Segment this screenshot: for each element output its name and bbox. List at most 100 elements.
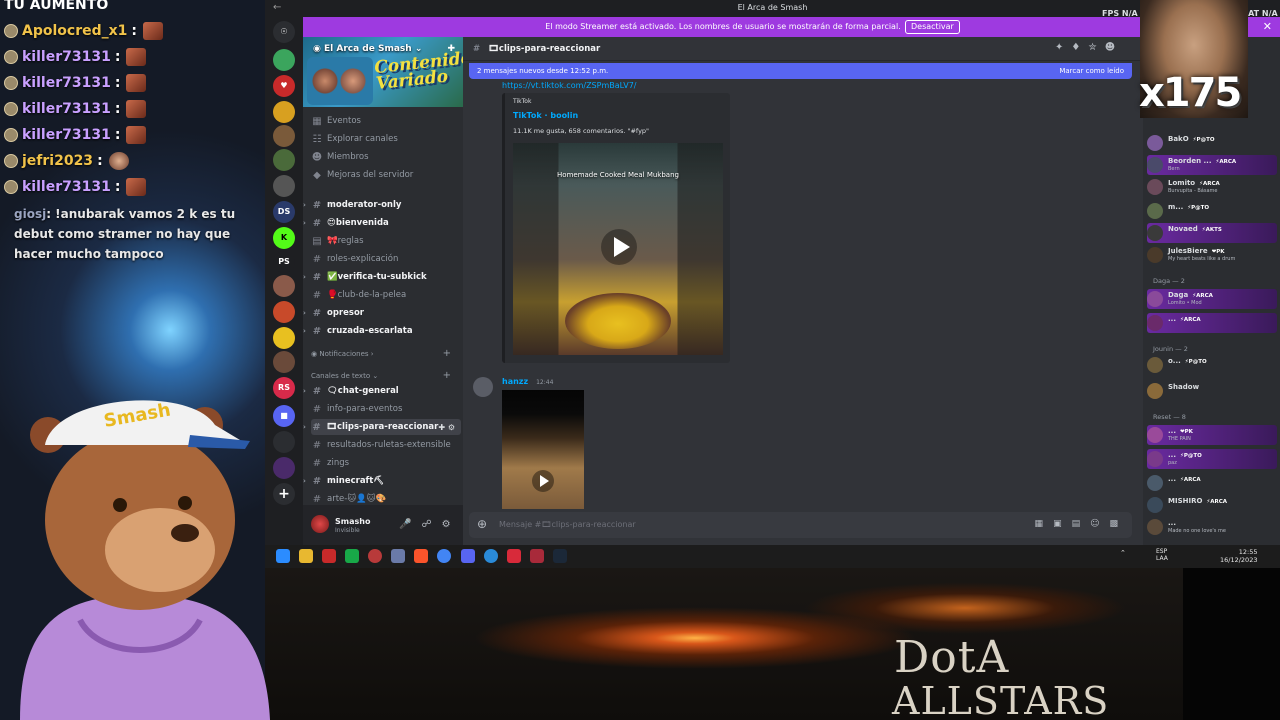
avatar[interactable] [473,377,493,397]
app-icon-11[interactable] [530,549,544,563]
discord-home-icon[interactable]: ☉ [273,21,295,43]
member-item[interactable]: JulesBiere ❤PK My heart beats like a drum [1147,245,1277,265]
clock[interactable]: 12:55 16/12/2023 [1220,548,1257,564]
channel-item[interactable]: # arte-🐱👤🐱🎨 [311,491,461,505]
author-name[interactable]: hanzz [502,377,528,386]
chevron-right-icon[interactable]: › [303,327,306,335]
app-icon-k[interactable] [322,549,336,563]
play-icon[interactable] [532,470,554,492]
server-icon-6[interactable] [273,175,295,197]
channel-item[interactable]: › # minecraft⛏ [303,473,461,489]
add-server-icon[interactable]: + [273,483,295,505]
kick-server-icon[interactable]: K [273,227,295,249]
discord-taskbar-icon[interactable] [461,549,475,563]
app-icon-9[interactable] [484,549,498,563]
channel-item[interactable]: › # ✅verifica-tu-subkick [303,269,461,285]
server-icon-16[interactable] [273,431,295,453]
gif-icon[interactable]: ▣ [1053,519,1072,529]
user-name[interactable]: Smasho [335,517,370,526]
server-icon-13[interactable] [273,351,295,373]
emoji-icon[interactable]: ☺ [1090,519,1109,529]
member-item[interactable]: ... Made no one love's me [1147,517,1277,537]
server-icon-3[interactable] [273,101,295,123]
server-icon-12[interactable] [273,327,295,349]
nav-browse-channels[interactable]: ☷ Explorar canales [311,131,461,147]
play-icon[interactable] [601,229,637,265]
new-messages-bar[interactable]: 2 mensajes nuevos desde 12:52 p.m. Marca… [469,63,1132,79]
channel-item[interactable]: # zings [311,455,461,471]
category-text-channels[interactable]: Canales de texto ⌄ + [311,370,461,381]
member-item[interactable]: Shadow [1147,381,1277,401]
language-indicator[interactable]: ESP LAA [1156,548,1168,562]
channel-item[interactable]: ▤ 🎀reglas [311,233,461,249]
channel-item[interactable]: › # cruzada-escarlata [303,323,461,339]
member-item[interactable]: ... ⚡ARCA [1147,313,1277,333]
nav-server-boost[interactable]: ◆ Mejoras del servidor [311,167,461,183]
member-list-icon[interactable]: ☻ [1105,42,1123,53]
file-explorer-icon[interactable] [299,549,313,563]
add-text-channel-icon[interactable]: + [443,370,451,381]
chevron-right-icon[interactable]: › [303,219,306,227]
member-item[interactable]: BakO ⚡P@TO [1147,133,1277,153]
server-header[interactable]: ◉ El Arca de Smash ⌄ ✚ Contenido Variado [303,37,463,107]
server-icon-5[interactable] [273,149,295,171]
channel-item[interactable]: › # 🗨chat-general [303,383,461,399]
tiktok-link[interactable]: https://vt.tiktok.com/ZSPmBaLV7/ [502,81,636,90]
gift-icon[interactable]: ▦ [1035,519,1054,529]
rs-server-icon[interactable]: RS [273,377,295,399]
channel-item[interactable]: › # 🎞clips-para-reaccionar ✚ ⚙ [303,419,461,435]
attached-video[interactable] [502,390,584,509]
server-icon-11[interactable] [273,301,295,323]
member-item[interactable]: ... ❤PK THE PAIN [1147,425,1277,445]
apps-icon[interactable]: ▩ [1109,519,1128,529]
server-icon-1[interactable] [273,49,295,71]
heart-server-icon[interactable]: ♥ [273,75,295,97]
channel-item[interactable]: › # opresor [303,305,461,321]
chevron-right-icon[interactable]: › [303,477,306,485]
category-notifications[interactable]: ◉ Notificaciones › + [311,348,461,359]
server-icon-10[interactable] [273,275,295,297]
channel-item[interactable]: › # moderator-only [303,197,461,213]
member-item[interactable]: ... ⚡P@TO paz [1147,449,1277,469]
chevron-right-icon[interactable]: › [303,423,306,431]
deactivate-streamer-button[interactable]: Desactivar [905,20,960,34]
chevron-right-icon[interactable]: › [303,273,306,281]
sticker-icon[interactable]: ▤ [1072,519,1091,529]
member-item[interactable]: Daga ⚡ARCA Lomito • Mod [1147,289,1277,309]
steam-icon[interactable] [553,549,567,563]
message-input[interactable]: Mensaje #🎞clips-para-reaccionar [499,520,636,529]
channel-item[interactable]: # roles-explicación [311,251,461,267]
chrome-icon[interactable] [437,549,451,563]
avatar[interactable] [311,515,329,533]
app-icon-4[interactable] [368,549,382,563]
tray-chevron-icon[interactable]: ⌃ [1120,549,1126,557]
upload-plus-icon[interactable]: ⊕ [477,517,487,531]
gear-icon[interactable]: ⚙ [442,519,461,530]
gear-icon[interactable]: ⚙ [448,423,455,432]
ps-server-icon[interactable]: PS [273,251,295,273]
nav-events[interactable]: ▦ Eventos [311,113,461,129]
server-icon-17[interactable] [273,457,295,479]
add-channel-icon[interactable]: + [443,348,451,359]
channel-item[interactable]: # 🥊club-de-la-pelea [311,287,461,303]
bell-icon[interactable]: ♦ [1071,42,1088,53]
headphones-icon[interactable]: ☍ [421,519,441,530]
brave-icon[interactable] [414,549,428,563]
member-item[interactable]: o... ⚡P@TO [1147,355,1277,375]
folder-icon[interactable]: ■ [273,405,295,427]
app-icon-5[interactable] [391,549,405,563]
embed-title[interactable]: TikTok · boolin [513,111,578,120]
member-item[interactable]: Beorden ... ⚡ARCA Bern [1147,155,1277,175]
play-app-icon[interactable] [345,549,359,563]
member-item[interactable]: m... ⚡P@TO [1147,201,1277,221]
chevron-right-icon[interactable]: › [303,387,306,395]
threads-icon[interactable]: ✦ [1055,42,1071,53]
member-item[interactable]: MISHIRO ⚡ARCA [1147,495,1277,515]
member-item[interactable]: Novaed ⚡AKTS [1147,223,1277,243]
member-item[interactable]: Lomito ⚡ARCA Burvupita - Básame [1147,177,1277,197]
server-icon-4[interactable] [273,125,295,147]
channel-item[interactable]: # resultados-ruletas-extensible [311,437,461,453]
channel-item[interactable]: # info-para-eventos [311,401,461,417]
mic-icon[interactable]: 🎤 [399,519,421,530]
close-icon[interactable]: ✕ [1263,20,1272,33]
